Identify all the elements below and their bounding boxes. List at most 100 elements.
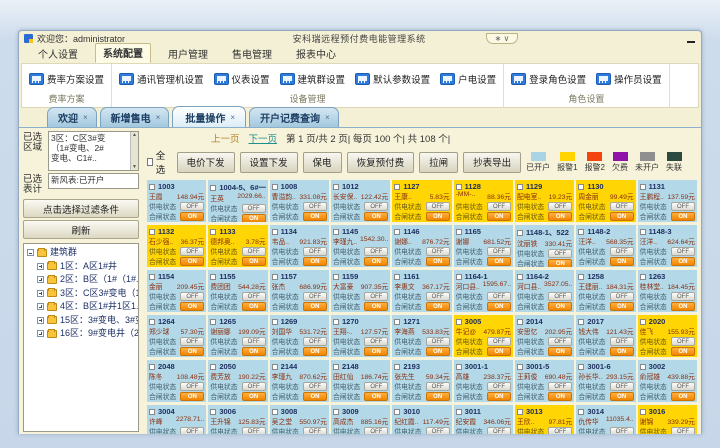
switch-status-toggle[interactable]: ON [242, 392, 266, 401]
supply-status-toggle[interactable]: OFF [242, 382, 266, 391]
switch-status-toggle[interactable]: ON [180, 392, 204, 401]
supply-status-toggle[interactable]: OFF [487, 382, 511, 391]
switch-status-toggle[interactable]: ON [426, 347, 450, 356]
expand-icon[interactable] [37, 263, 44, 270]
card-checkbox[interactable] [517, 319, 523, 325]
supply-status-toggle[interactable]: OFF [180, 247, 204, 256]
supply-status-toggle[interactable]: OFF [303, 202, 327, 211]
switch-status-toggle[interactable]: ON [242, 302, 266, 311]
supply-status-toggle[interactable]: OFF [671, 247, 695, 256]
card-checkbox[interactable] [272, 319, 278, 325]
card-checkbox[interactable] [578, 274, 584, 280]
ribbon-button[interactable]: 默认参数设置 [355, 72, 430, 86]
meter-card-2050[interactable]: 2050 费芳放 190.22元 供电状态 OFF 合闸状态 ON [208, 360, 267, 402]
switch-status-toggle[interactable]: ON [364, 392, 388, 401]
switch-status-toggle[interactable]: ON [671, 257, 695, 266]
card-checkbox[interactable] [149, 364, 155, 370]
meter-card-3005[interactable]: 3005 牛记@ 479.87元 供电状态 OFF 合闸状态 ON [454, 315, 513, 357]
supply-status-toggle[interactable]: OFF [610, 427, 634, 435]
filter-select-button[interactable]: 点击选择过滤条件 [23, 199, 139, 218]
supply-status-toggle[interactable]: OFF [303, 382, 327, 391]
meter-card-1127[interactable]: 1127 王康.. 5.83元 供电状态 OFF 合闸状态 ON [392, 180, 451, 222]
meter-card-3014[interactable]: 3014 仇传华 11035.4.. 供电状态 OFF 合闸状态 ON [576, 405, 635, 434]
switch-status-toggle[interactable]: ON [180, 257, 204, 266]
card-checkbox[interactable] [210, 185, 216, 191]
tree-item[interactable]: 15区：3#变电、3#变电井 [27, 314, 137, 328]
supply-status-toggle[interactable]: OFF [242, 427, 266, 435]
supply-status-toggle[interactable]: OFF [610, 292, 634, 301]
switch-status-toggle[interactable]: ON [303, 392, 327, 401]
card-checkbox[interactable] [149, 319, 155, 325]
minimize-button[interactable] [686, 34, 696, 43]
card-checkbox[interactable] [333, 229, 339, 235]
supply-status-toggle[interactable]: OFF [548, 427, 572, 435]
switch-status-toggle[interactable]: ON [303, 257, 327, 266]
quick-access-toggle[interactable]: ∗ ∨ [486, 33, 519, 44]
meter-card-2020[interactable]: 2020 佳飞 155.93元 供电状态 OFF 合闸状态 ON [638, 315, 697, 357]
switch-status-toggle[interactable]: ON [487, 392, 511, 401]
supply-status-toggle[interactable]: OFF [426, 382, 450, 391]
supply-status-toggle[interactable]: OFF [364, 427, 388, 435]
meter-card-3006[interactable]: 3006 王升锦 125.83元 供电状态 OFF 合闸状态 ON [208, 405, 267, 434]
meter-card-1164-1[interactable]: 1164-1 河口县.. 1595.67.. 供电状态 OFF 合闸状态 ON [454, 270, 513, 312]
batch-button[interactable]: 恢复预付费 [347, 152, 415, 173]
card-checkbox[interactable] [210, 409, 216, 415]
meter-card-2193[interactable]: 2193 张先生 59.34元 供电状态 OFF 合闸状态 ON [392, 360, 451, 402]
card-checkbox[interactable] [272, 184, 278, 190]
meter-card-1148-2[interactable]: 1148-2 汪洋.. 568.35元 供电状态 OFF 合闸状态 ON [576, 225, 635, 267]
switch-status-toggle[interactable]: ON [180, 347, 204, 356]
supply-status-toggle[interactable]: OFF [180, 337, 204, 346]
meter-card-1012[interactable]: 1012 长安保.. 122.42元 供电状态 OFF 合闸状态 ON [331, 180, 390, 222]
supply-status-toggle[interactable]: OFF [487, 247, 511, 256]
selected-type-listbox[interactable]: 新风表:已开户 [48, 173, 139, 189]
card-checkbox[interactable] [272, 364, 278, 370]
close-icon[interactable]: × [83, 113, 88, 122]
supply-status-toggle[interactable]: OFF [364, 382, 388, 391]
meter-card-1161[interactable]: 1161 李惠文 367.17元 供电状态 OFF 合闸状态 ON [392, 270, 451, 312]
meter-card-2148[interactable]: 2148 田红仙 186.74元 供电状态 OFF 合闸状态 ON [331, 360, 390, 402]
card-checkbox[interactable] [394, 364, 400, 370]
switch-status-toggle[interactable]: ON [610, 212, 634, 221]
card-checkbox[interactable] [640, 409, 646, 415]
card-checkbox[interactable] [333, 184, 339, 190]
supply-status-toggle[interactable]: OFF [671, 427, 695, 435]
switch-status-toggle[interactable]: ON [610, 257, 634, 266]
tree-item[interactable]: 4区：B区1#井1区1.. [27, 300, 137, 314]
batch-button[interactable]: 设置下发 [240, 152, 298, 173]
meter-card-1003[interactable]: 1003 王霞 148.94元 供电状态 OFF 合闸状态 ON [147, 180, 206, 222]
switch-status-toggle[interactable]: ON [610, 302, 634, 311]
supply-status-toggle[interactable]: OFF [426, 337, 450, 346]
tree-item[interactable]: 16区：9#变电井（2.. [27, 327, 137, 341]
ribbon-tab-2[interactable]: 用户管理 [161, 45, 215, 63]
supply-status-toggle[interactable]: OFF [242, 204, 266, 213]
ribbon-button[interactable]: 费率方案设置 [29, 72, 104, 86]
meter-card-1264[interactable]: 1264 郑少球 57.30元 供电状态 OFF 合闸状态 ON [147, 315, 206, 357]
supply-status-toggle[interactable]: OFF [548, 249, 572, 258]
card-checkbox[interactable] [272, 409, 278, 415]
switch-status-toggle[interactable]: ON [426, 302, 450, 311]
prev-page-link[interactable]: 上一页 [211, 131, 240, 145]
meter-card-1148-3[interactable]: 1148-3 汪洋.. 624.64元 供电状态 OFF 合闸状态 ON [638, 225, 697, 267]
select-all[interactable]: 全选 [147, 148, 168, 176]
tree-item[interactable]: 1区：A区1#井 [27, 260, 137, 274]
doc-tab-0[interactable]: 欢迎 × [47, 107, 97, 127]
meter-card-3008[interactable]: 3008 吴之堂 550.97元 供电状态 OFF 合闸状态 ON [270, 405, 329, 434]
switch-status-toggle[interactable]: ON [548, 302, 572, 311]
card-checkbox[interactable] [333, 364, 339, 370]
refresh-button[interactable]: 刷新 [23, 220, 139, 239]
meter-card-1145[interactable]: 1145 李瑾九.. 1542.30.. 供电状态 OFF 合闸状态 ON [331, 225, 390, 267]
expand-icon[interactable] [37, 303, 44, 310]
ribbon-button[interactable]: 建筑群设置 [280, 72, 346, 86]
expand-icon[interactable] [37, 317, 44, 324]
ribbon-button[interactable]: 仪表设置 [214, 72, 270, 86]
switch-status-toggle[interactable]: ON [364, 347, 388, 356]
switch-status-toggle[interactable]: ON [303, 347, 327, 356]
meter-card-3002[interactable]: 3002 俞冠雄 439.88元 供电状态 OFF 合闸状态 ON [638, 360, 697, 402]
doc-tab-2[interactable]: 批量操作 × [172, 106, 246, 127]
card-checkbox[interactable] [333, 274, 339, 280]
card-checkbox[interactable] [394, 409, 400, 415]
card-checkbox[interactable] [517, 184, 523, 190]
card-checkbox[interactable] [456, 364, 462, 370]
supply-status-toggle[interactable]: OFF [671, 292, 695, 301]
meter-card-1258[interactable]: 1258 王建丽.. 184.31元 供电状态 OFF 合闸状态 ON [576, 270, 635, 312]
